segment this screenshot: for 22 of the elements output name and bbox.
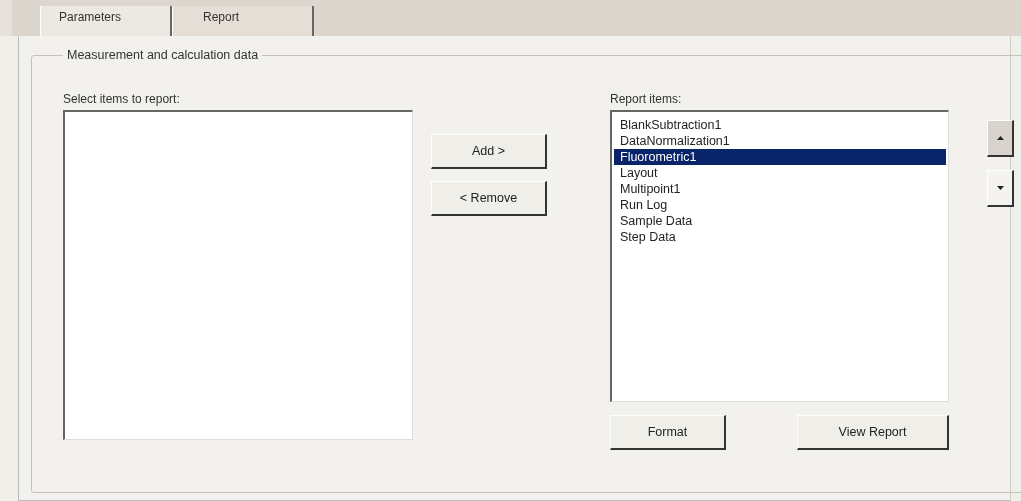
list-label: Select items to report: [63,92,181,108]
format-button[interactable]: Format [610,415,726,450]
list-item[interactable]: Run Log [614,197,946,213]
up-arrow-icon [996,136,1004,140]
list-item[interactable]: Layout [614,165,946,181]
list-label: Report items: [610,92,683,108]
transfer-button[interactable]: < Remove [431,181,547,216]
tab[interactable]: Report [172,6,314,36]
list-item[interactable]: Sample Data [614,213,946,229]
list-item[interactable]: BlankSubtraction1 [614,117,946,133]
down-arrow-icon [996,186,1004,190]
list-item[interactable]: Fluorometric1 [614,149,946,165]
view-report-button[interactable]: View Report [797,415,949,450]
list-item[interactable]: Multipoint1 [614,181,946,197]
group-title: Measurement and calculation data [66,48,260,62]
move-up-button[interactable] [987,120,1014,157]
tab[interactable]: Parameters [40,6,172,36]
list-item[interactable]: Step Data [614,229,946,245]
move-down-button[interactable] [987,170,1014,207]
list-item[interactable]: DataNormalization1 [614,133,946,149]
transfer-button[interactable]: Add > [431,134,547,169]
report-items-list[interactable]: BlankSubtraction1 DataNormalization1 Fluorometric1 Layout Multipoint1 Run Log Sample Data Step Data [610,110,949,402]
